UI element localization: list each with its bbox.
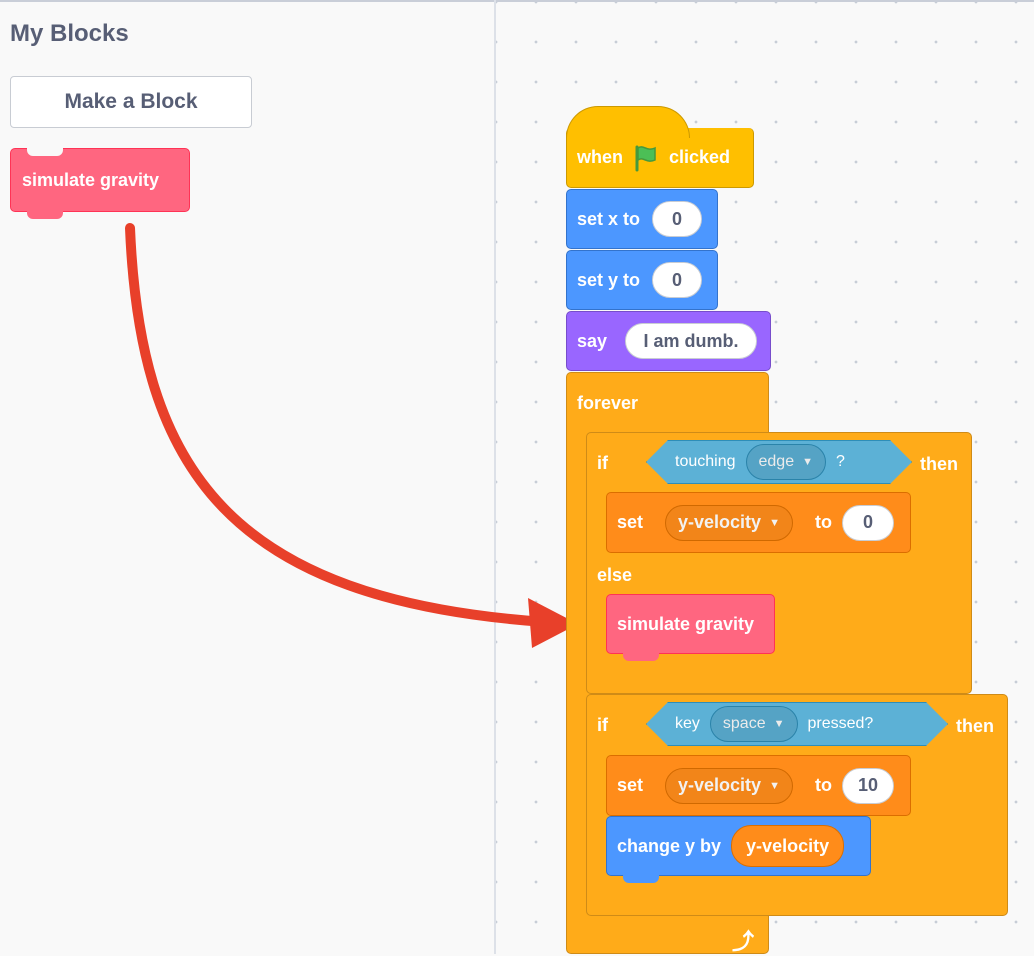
block-bump [623,653,659,661]
value-input[interactable]: 0 [841,504,894,541]
chevron-down-icon: ▼ [773,718,785,730]
value-input[interactable]: 10 [841,767,894,804]
clicked-label: clicked [669,147,731,167]
chevron-down-icon: ▼ [769,779,780,792]
else-label: else [597,564,633,585]
palette-simulate-gravity-block[interactable]: simulate gravity [10,148,190,219]
y-value-input[interactable]: 0 [652,262,703,298]
variable-dropdown[interactable]: y-velocity ▼ [665,767,793,804]
to-label: to [814,512,832,532]
if-else-then-label: then [920,453,958,474]
simulate-gravity-block[interactable]: simulate gravity [606,594,775,661]
if-then-label: then [956,715,994,736]
when-label: when [577,147,624,167]
set-y-label: set y to [577,269,641,290]
to-label: to [814,775,832,795]
key-dropdown[interactable]: space ▼ [710,706,798,742]
question-mark: ? [835,453,845,470]
make-a-block-button[interactable]: Make a Block [10,76,252,128]
set-variable-block[interactable]: set y-velocity ▼ to 10 [606,755,911,816]
category-title: My Blocks [10,20,129,47]
change-y-block[interactable]: change y by y-velocity [606,816,871,883]
set-variable-block[interactable]: set y-velocity ▼ to 0 [606,492,911,553]
key-pressed-condition[interactable]: key space ▼ pressed? [646,702,948,746]
touching-label: touching [675,453,736,470]
if-label: if [597,453,608,473]
chevron-down-icon: ▼ [802,456,813,468]
block-bump [27,211,63,219]
forever-label: forever [577,393,639,413]
if-label: if [597,715,608,735]
x-value-input[interactable]: 0 [652,201,703,237]
chevron-down-icon: ▼ [769,516,780,529]
block-notch [27,148,63,156]
variable-reporter[interactable]: y-velocity [731,825,845,867]
set-y-block[interactable]: set y to 0 [566,250,718,310]
hat-cap [566,106,690,138]
block-bump [623,875,659,883]
set-x-block[interactable]: set x to 0 [566,189,718,249]
pressed-label: pressed? [807,715,874,732]
say-label: say [577,330,608,351]
set-x-label: set x to [577,208,641,229]
touching-dropdown[interactable]: edge ▼ [746,444,826,480]
block-label: simulate gravity [22,169,160,190]
block-label: simulate gravity [617,613,755,634]
say-text-input[interactable]: I am dumb. [625,323,758,359]
loop-arrow-icon: ⤴ [732,929,755,954]
touching-condition[interactable]: touching edge ▼ ? [646,440,912,484]
change-y-label: change y by [617,835,722,856]
set-label: set [617,512,644,532]
set-label: set [617,775,644,795]
key-label: key [675,715,700,732]
variable-dropdown[interactable]: y-velocity ▼ [665,504,793,541]
green-flag-icon [635,145,656,171]
block-palette [0,2,494,954]
say-block[interactable]: say I am dumb. [566,311,771,371]
